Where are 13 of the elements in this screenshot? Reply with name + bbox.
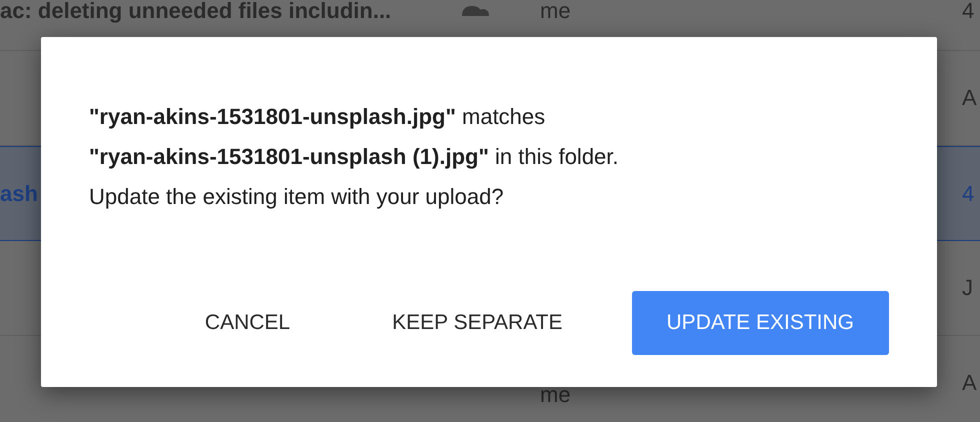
dialog-button[interactable]: KEEP SEPARATE	[359, 291, 596, 355]
cell-text: 4	[962, 180, 974, 206]
file-name: ac: deleting unneeded files includin...	[0, 0, 392, 23]
dialog-message: "ryan-akins-1531801-unsplash.jpg" matches "ryan-akins-1531801-unsplash (1).jpg" in this folder. Update the existing item with your upload?	[89, 103, 620, 211]
cell-text: A	[962, 85, 977, 110]
file-name: ash	[0, 180, 38, 206]
owner-text: me	[540, 382, 571, 407]
owner-text: me	[540, 0, 571, 23]
dialog-button[interactable]: CANCEL	[172, 291, 324, 355]
cell-text: J	[962, 275, 973, 300]
cell-text: 4	[962, 0, 974, 23]
update-button[interactable]: UPDATE EXISTING	[632, 291, 889, 355]
cell-text: A	[962, 370, 977, 395]
